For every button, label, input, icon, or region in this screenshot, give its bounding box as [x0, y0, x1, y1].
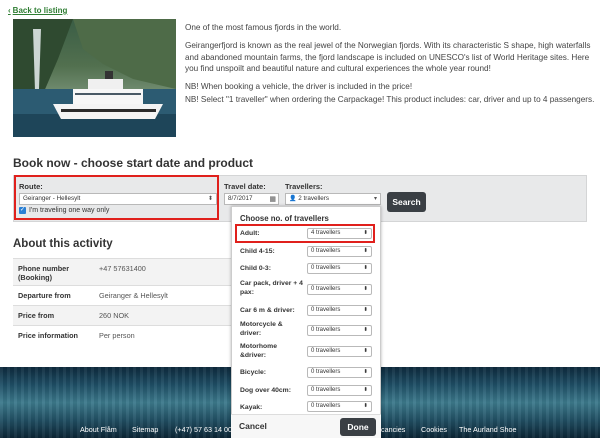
activity-intro: One of the most famous fjords in the wor… [185, 22, 595, 106]
select-arrows-icon: ⬍ [363, 327, 368, 333]
intro-note-carpackage: NB! Select "1 traveller" when ordering t… [185, 95, 595, 105]
info-value: 260 NOK [99, 311, 130, 320]
travellers-select-value: 2 travellers [298, 195, 330, 202]
traveller-type-label: Child 4-15: [240, 248, 275, 255]
cancel-button[interactable]: Cancel [239, 421, 267, 431]
kayak-count-select[interactable]: 0 travellers ⬍ [307, 401, 372, 412]
travellers-label: Travellers: [285, 182, 323, 191]
select-arrows-icon: ⬍ [363, 403, 368, 409]
select-arrows-icon: ⬍ [363, 348, 368, 354]
info-key: Phone number (Booking) [18, 264, 70, 282]
activity-info-table: Phone number (Booking) +47 57631400 Depa… [13, 258, 233, 345]
car-6m-count-select[interactable]: 0 travellers ⬍ [307, 305, 372, 316]
footer-link-about[interactable]: About Flåm [80, 425, 117, 434]
about-activity-title: About this activity [13, 238, 113, 250]
chevron-down-icon: ▾ [373, 196, 377, 202]
select-value: 0 travellers [311, 348, 341, 354]
select-arrows-icon: ⬍ [363, 286, 368, 292]
select-value: 0 travellers [311, 403, 341, 409]
back-link-label: Back to listing [12, 6, 68, 15]
select-value: 0 travellers [311, 286, 341, 292]
info-row: Price information Per person [13, 325, 233, 345]
select-arrows-icon: ⬍ [363, 387, 368, 393]
info-value: Geiranger & Hellesylt [99, 291, 168, 300]
select-arrows-icon: ⬍ [363, 369, 368, 375]
select-value: 0 travellers [311, 327, 341, 333]
select-value: 0 travellers [311, 369, 341, 375]
select-arrows-icon: ⬍ [363, 265, 368, 271]
motorcycle-count-select[interactable]: 0 travellers ⬍ [307, 325, 372, 336]
info-key: Departure from [18, 291, 71, 300]
bicycle-count-select[interactable]: 0 travellers ⬍ [307, 367, 372, 378]
footer-link-vacancies[interactable]: cancies [381, 425, 405, 434]
hero-image-ferry [13, 19, 176, 137]
search-button[interactable]: Search [387, 192, 426, 212]
intro-paragraph-2: Geirangerfjord is known as the real jewe… [185, 41, 591, 73]
traveller-type-label: Car 6 m & driver: [240, 307, 295, 314]
select-value: 0 travellers [311, 248, 341, 254]
select-value: 0 travellers [311, 307, 341, 313]
footer-link-cookies[interactable]: Cookies [421, 425, 447, 434]
info-value: +47 57631400 [99, 264, 146, 273]
select-arrows-icon: ⬍ [363, 248, 368, 254]
child-0-3-count-select[interactable]: 0 travellers ⬍ [307, 263, 372, 274]
info-key: Price information [18, 331, 79, 340]
traveller-type-label: Car pack, driver + 4 pax: [240, 280, 303, 296]
info-row: Departure from Geiranger & Hellesylt [13, 285, 233, 305]
select-value: 0 travellers [311, 387, 341, 393]
travel-date-input[interactable]: 8/7/2017 ▦ [224, 193, 279, 205]
route-highlight-box [14, 175, 219, 220]
select-value: 0 travellers [311, 265, 341, 271]
traveller-type-label: Bicycle: [240, 369, 267, 376]
calendar-icon[interactable]: ▦ [269, 195, 276, 205]
info-key: Price from [18, 311, 55, 320]
traveller-type-label: Child 0-3: [240, 265, 271, 272]
traveller-type-label: Motorhome &driver: [240, 343, 278, 359]
info-row: Phone number (Booking) +47 57631400 [13, 258, 233, 285]
travel-date-label: Travel date: [224, 182, 266, 191]
popup-title: Choose no. of travellers [240, 214, 329, 223]
traveller-type-label: Kayak: [240, 404, 263, 411]
booking-section-title: Book now - choose start date and product [13, 156, 254, 170]
info-value: Per person [99, 331, 135, 340]
chevron-left-icon: ‹ [8, 6, 11, 15]
select-arrows-icon: ⬍ [363, 307, 368, 313]
travel-date-value: 8/7/2017 [228, 195, 253, 202]
footer-link-phone[interactable]: (+47) 57 63 14 00 [175, 425, 232, 434]
dog-count-select[interactable]: 0 travellers ⬍ [307, 385, 372, 396]
person-icon: 👤 [289, 196, 297, 202]
done-button[interactable]: Done [340, 418, 376, 436]
child-4-15-count-select[interactable]: 0 travellers ⬍ [307, 246, 372, 257]
travellers-select[interactable]: 👤 2 travellers ▾ [285, 193, 381, 205]
adult-highlight-box [235, 224, 375, 243]
footer-link-sitemap[interactable]: Sitemap [132, 425, 158, 434]
motorhome-count-select[interactable]: 0 travellers ⬍ [307, 346, 372, 357]
intro-note-vehicle: NB! When booking a vehicle, the driver i… [185, 82, 413, 92]
traveller-type-label: Dog over 40cm: [240, 387, 291, 394]
info-row: Price from 260 NOK [13, 305, 233, 325]
intro-paragraph-1: One of the most famous fjords in the wor… [185, 23, 342, 32]
footer-link-aurland-shoe[interactable]: The Aurland Shoe [459, 425, 517, 434]
car-pack-count-select[interactable]: 0 travellers ⬍ [307, 284, 372, 295]
back-to-listing-link[interactable]: ‹ Back to listing [8, 6, 67, 15]
popup-footer: Cancel Done [231, 414, 381, 438]
traveller-type-label: Motorcycle & driver: [240, 321, 283, 337]
